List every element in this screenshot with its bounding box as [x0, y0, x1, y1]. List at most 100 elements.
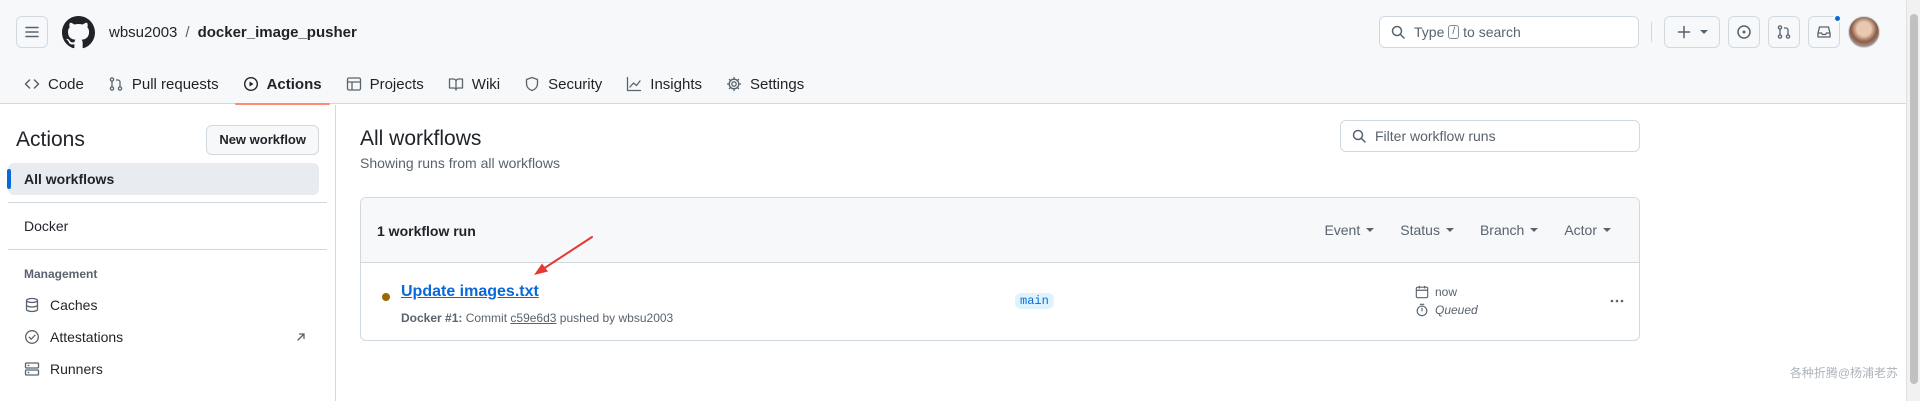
github-logo-icon[interactable]	[62, 15, 95, 49]
tab-label: Wiki	[471, 75, 501, 93]
chevron-down-icon	[1366, 228, 1375, 232]
database-icon	[24, 297, 40, 313]
tab-wiki[interactable]: Wiki	[440, 64, 508, 104]
sidebar-item-docker[interactable]: Docker	[8, 210, 319, 242]
run-meta: Docker #1: Commit c59e6d3 pushed by wbsu…	[401, 311, 673, 325]
pull-request-icon	[108, 76, 124, 92]
breadcrumb-owner[interactable]: wbsu2003	[109, 24, 177, 41]
server-icon	[24, 361, 40, 377]
hamburger-icon	[24, 24, 40, 40]
menu-button[interactable]	[16, 16, 48, 48]
tab-label: Projects	[369, 75, 424, 93]
pull-request-icon	[1776, 24, 1792, 40]
chevron-down-icon	[1700, 30, 1708, 34]
branch-filter[interactable]: Branch	[1479, 222, 1539, 238]
filter-label: Status	[1400, 222, 1440, 238]
verified-icon	[24, 329, 40, 345]
page-title: All workflows	[360, 127, 482, 150]
stopwatch-icon	[1415, 303, 1429, 317]
status-filter[interactable]: Status	[1400, 222, 1454, 238]
chevron-down-icon	[1603, 228, 1611, 232]
chevron-down-icon	[1445, 228, 1454, 232]
top-bar: wbsu2003 / docker_image_pusher Type / to…	[16, 14, 1880, 50]
graph-icon	[626, 76, 642, 92]
header-tools: Type / to search	[1379, 14, 1880, 50]
sidebar-item-label: Attestations	[50, 329, 124, 345]
tab-projects[interactable]: Projects	[338, 64, 432, 104]
run-count: 1 workflow run	[377, 223, 476, 239]
sidebar-divider	[8, 249, 327, 250]
filter-label: Actor	[1564, 222, 1597, 238]
tab-label: Code	[48, 75, 84, 93]
tab-settings[interactable]: Settings	[718, 64, 812, 104]
tab-label: Pull requests	[131, 75, 219, 93]
filter-label: Branch	[1479, 222, 1525, 238]
sidebar-item-label: Runners	[50, 361, 103, 377]
breadcrumb-separator: /	[185, 23, 190, 41]
tab-label: Insights	[650, 75, 702, 93]
sidebar-item-all-workflows[interactable]: All workflows	[7, 163, 319, 195]
shield-icon	[524, 76, 540, 92]
sidebar-item-label: All workflows	[24, 171, 115, 187]
filter-label: Event	[1324, 222, 1361, 238]
search-input[interactable]: Type / to search	[1379, 16, 1639, 48]
table-icon	[346, 76, 362, 92]
tab-label: Settings	[750, 75, 805, 93]
new-workflow-button[interactable]: New workflow	[206, 125, 319, 155]
page-subtitle: Showing runs from all workflows	[360, 155, 560, 171]
pull-requests-button[interactable]	[1768, 16, 1800, 48]
code-icon	[24, 76, 40, 92]
inbox-button[interactable]	[1808, 14, 1842, 48]
play-icon	[243, 76, 259, 92]
create-new-button[interactable]	[1664, 16, 1720, 48]
page-scrollbar[interactable]	[1906, 0, 1920, 401]
breadcrumb-repo[interactable]: docker_image_pusher	[198, 24, 357, 41]
run-title-link[interactable]: Update images.txt	[401, 283, 539, 301]
commit-label: Commit	[465, 311, 508, 325]
kebab-horizontal-icon[interactable]	[1609, 293, 1625, 309]
tab-pull-requests[interactable]: Pull requests	[100, 64, 227, 104]
run-date-text: now	[1435, 285, 1458, 299]
calendar-icon	[1415, 285, 1429, 299]
scrollbar-thumb[interactable]	[1910, 14, 1918, 384]
annotation-arrow-icon	[530, 235, 594, 277]
sidebar-title: Actions	[16, 128, 85, 151]
run-duration: Queued	[1415, 303, 1478, 317]
sidebar-item-label: Caches	[50, 297, 98, 313]
sidebar-item-caches[interactable]: Caches	[24, 291, 319, 319]
sidebar-item-runners[interactable]: Runners	[24, 355, 319, 383]
branch-label[interactable]: main	[1015, 293, 1054, 309]
queued-status-icon	[382, 293, 390, 301]
search-shortcut-key: /	[1448, 25, 1460, 39]
repo-tabs: Code Pull requests Actions Projects Wiki…	[16, 64, 820, 105]
tab-actions[interactable]: Actions	[234, 64, 330, 105]
tab-label: Actions	[266, 75, 322, 93]
run-date: now	[1415, 285, 1478, 299]
inbox-icon	[1816, 24, 1832, 40]
commit-sha-link[interactable]: c59e6d3	[510, 311, 556, 325]
filter-placeholder: Filter workflow runs	[1375, 128, 1496, 144]
event-filter[interactable]: Event	[1324, 222, 1375, 238]
sidebar-divider	[8, 202, 327, 203]
run-workflow: Docker #1:	[401, 311, 463, 325]
tab-insights[interactable]: Insights	[618, 64, 710, 104]
gear-icon	[726, 76, 742, 92]
notification-dot	[1833, 14, 1842, 23]
plus-icon	[1676, 24, 1692, 40]
run-time: now Queued	[1415, 285, 1478, 317]
repo-header: wbsu2003 / docker_image_pusher Type / to…	[0, 0, 1920, 105]
management-heading: Management	[24, 267, 98, 281]
actor-filter[interactable]: Actor	[1564, 222, 1611, 238]
chevron-down-icon	[1530, 228, 1539, 232]
tab-code[interactable]: Code	[16, 64, 92, 104]
search-icon	[1351, 128, 1367, 144]
user-avatar[interactable]	[1848, 16, 1880, 48]
arrow-up-right-icon	[295, 331, 307, 343]
sidebar-item-attestations[interactable]: Attestations	[24, 323, 319, 351]
watermark: 各种折腾@杨浦老苏	[1789, 366, 1898, 380]
tab-security[interactable]: Security	[516, 64, 610, 104]
filter-workflow-runs-input[interactable]: Filter workflow runs	[1340, 120, 1640, 152]
issues-button[interactable]	[1728, 16, 1760, 48]
sidebar-item-label: Docker	[24, 218, 69, 234]
book-icon	[448, 76, 464, 92]
